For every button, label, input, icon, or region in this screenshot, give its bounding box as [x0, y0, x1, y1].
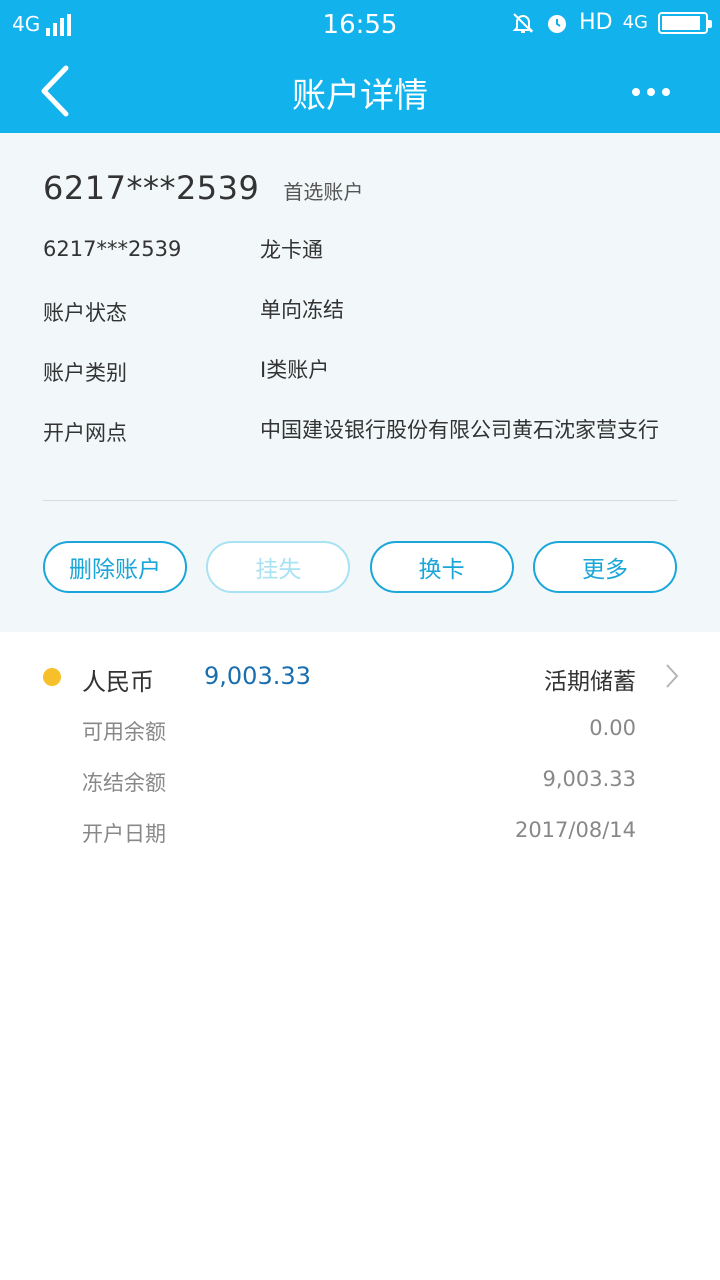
alarm-clock-icon — [545, 11, 569, 35]
status-bar: 4G 16:55 HD 4G — [0, 0, 720, 50]
preferred-account-tag: 首选账户 — [283, 180, 364, 204]
deposit-type: 活期储蓄 — [544, 669, 636, 695]
row-label: 可用余额 — [82, 720, 166, 744]
detail-key: 账户状态 — [43, 301, 127, 325]
detail-key: 开户网点 — [43, 421, 127, 445]
report-loss-button: 挂失 — [206, 541, 351, 593]
detail-value: 龙卡通 — [260, 238, 323, 262]
row-label: 冻结余额 — [82, 771, 166, 795]
balance-amount: 9,003.33 — [204, 662, 311, 690]
dot-icon — [632, 88, 640, 96]
navigation-bar: 账户详情 — [0, 50, 720, 133]
row-value: 2017/08/14 — [514, 818, 636, 842]
detail-row-category: 账户类别 I类账户 — [43, 357, 677, 387]
bell-muted-icon — [511, 11, 535, 35]
detail-value: 单向冻结 — [260, 298, 344, 322]
detail-key: 6217***2539 — [43, 237, 182, 261]
delete-account-button[interactable]: 删除账户 — [43, 541, 187, 593]
detail-value: 中国建设银行股份有限公司黄石沈家营支行 — [260, 418, 659, 442]
detail-key: 账户类别 — [43, 361, 127, 385]
row-value: 9,003.33 — [542, 767, 636, 791]
header: 4G 16:55 HD 4G 账户详情 — [0, 0, 720, 133]
detail-row-status: 账户状态 单向冻结 — [43, 297, 677, 327]
battery-icon — [658, 11, 712, 34]
lte-indicator: 4G — [622, 12, 648, 33]
row-value: 0.00 — [589, 716, 636, 740]
balance-section[interactable]: 人民币 9,003.33 活期储蓄 可用余额 0.00 冻结余额 9,003.3… — [0, 632, 720, 882]
currency-dot-icon — [43, 668, 61, 686]
page-title: 账户详情 — [292, 76, 428, 116]
open-date-row: 开户日期 2017/08/14 — [82, 818, 636, 848]
dot-icon — [647, 88, 655, 96]
row-label: 开户日期 — [82, 822, 166, 846]
currency-label: 人民币 — [82, 668, 154, 696]
frozen-balance-row: 冻结余额 9,003.33 — [82, 767, 636, 797]
detail-value: I类账户 — [260, 358, 330, 382]
account-actions: 删除账户 挂失 换卡 更多 — [43, 541, 677, 593]
status-icons: HD 4G — [511, 10, 712, 35]
account-header: 6217***2539 首选账户 — [43, 169, 363, 207]
hd-indicator: HD — [579, 10, 613, 35]
account-card: 6217***2539 首选账户 6217***2539 龙卡通 账户状态 单向… — [0, 133, 720, 632]
more-menu-button[interactable] — [632, 88, 670, 96]
dot-icon — [662, 88, 670, 96]
chevron-right-icon[interactable] — [664, 662, 680, 690]
available-balance-row: 可用余额 0.00 — [82, 716, 636, 746]
detail-row-card: 6217***2539 龙卡通 — [43, 237, 677, 263]
replace-card-button[interactable]: 换卡 — [369, 541, 514, 593]
divider — [43, 500, 677, 501]
detail-row-branch: 开户网点 中国建设银行股份有限公司黄石沈家营支行 — [43, 417, 677, 447]
account-number: 6217***2539 — [43, 169, 260, 207]
more-button[interactable]: 更多 — [532, 541, 677, 593]
